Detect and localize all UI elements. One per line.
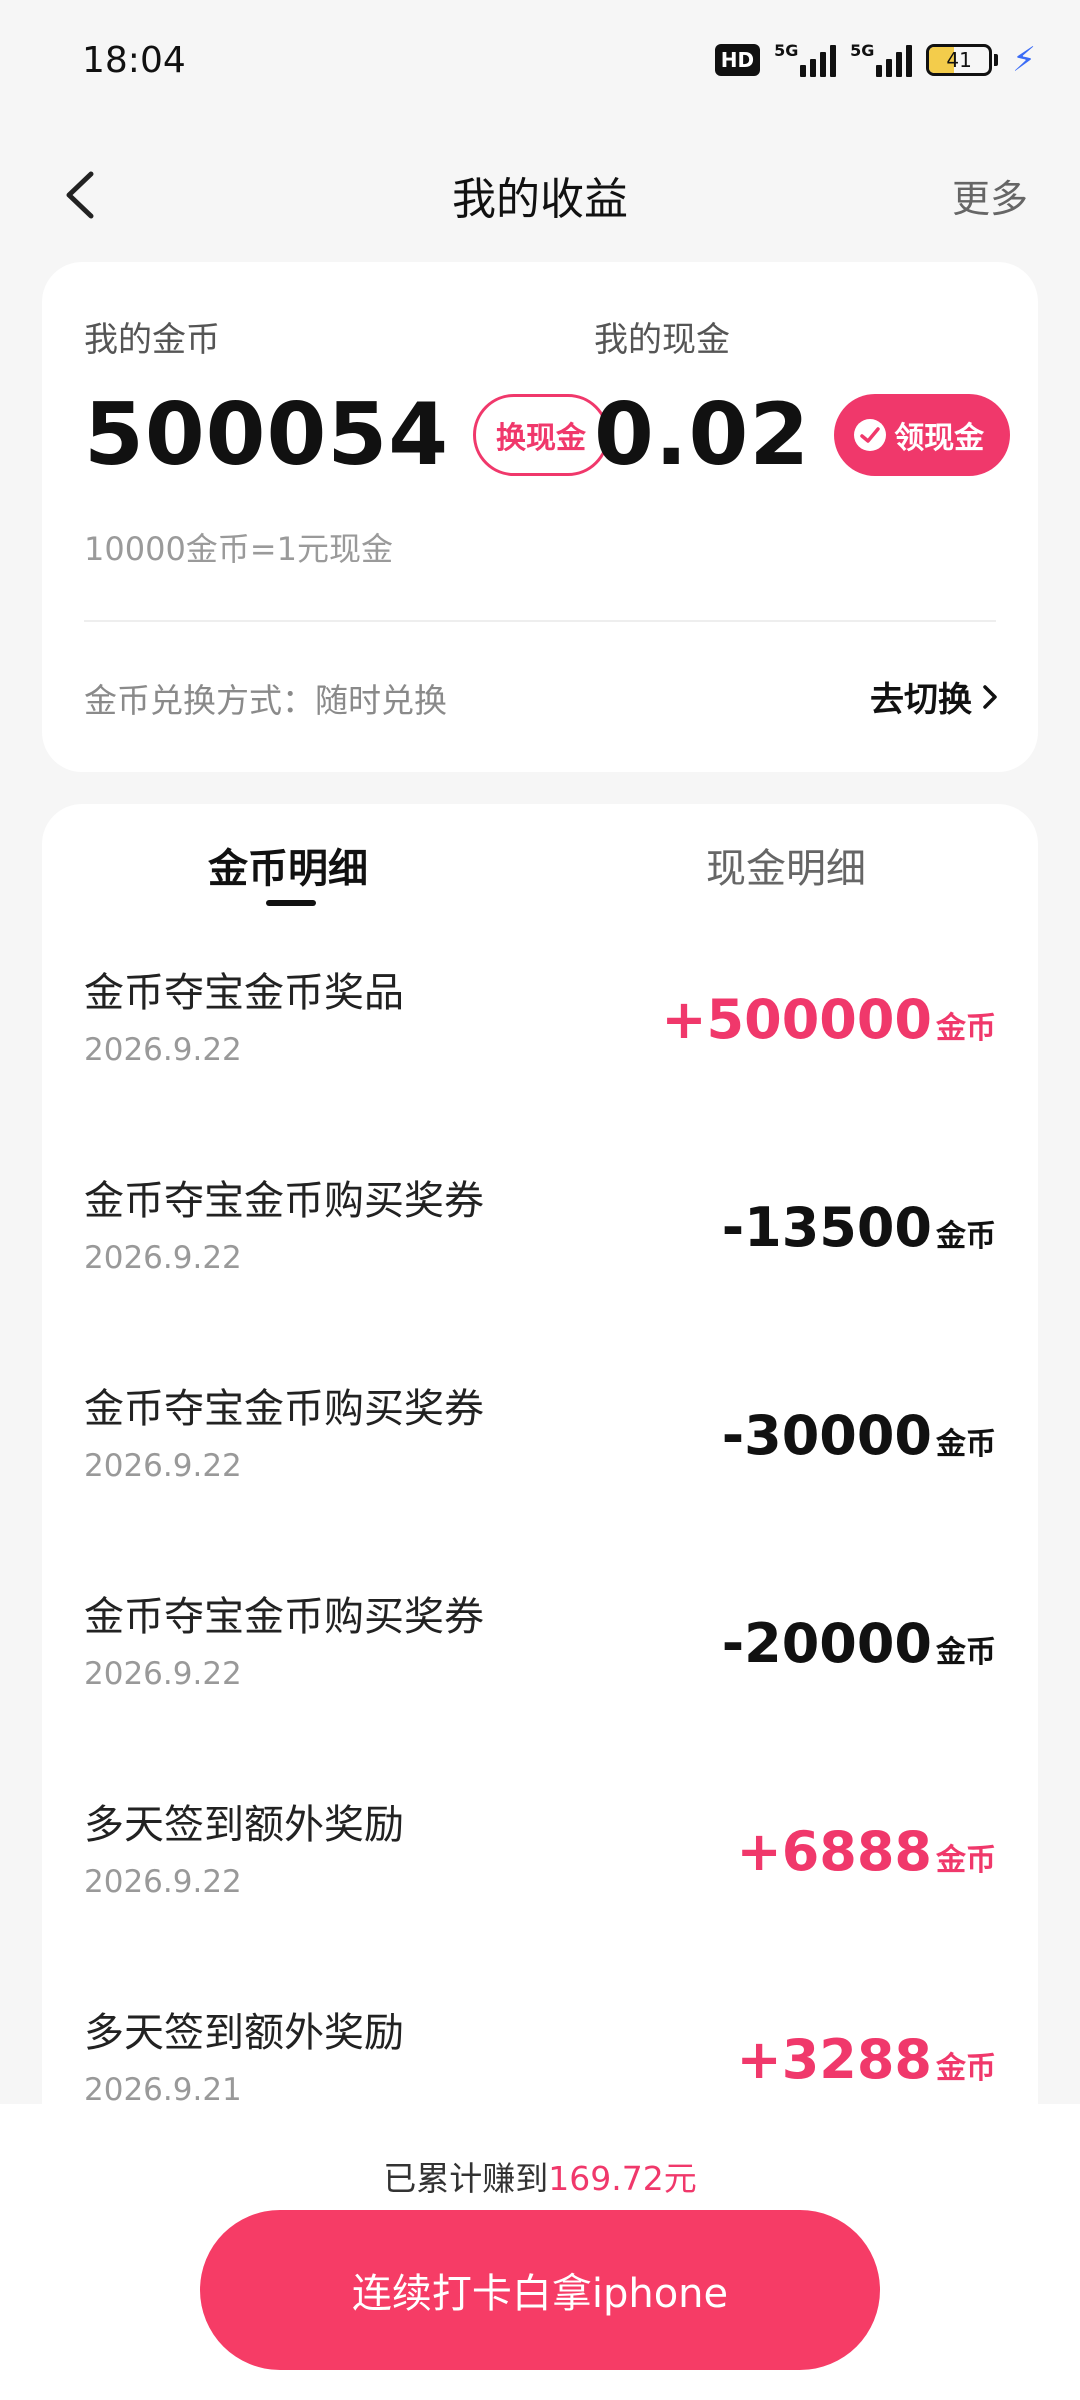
record-title: 金币夺宝金币购买奖券 [84, 1386, 484, 1432]
record-amount-unit: 金币 [936, 1011, 996, 1046]
chevron-right-icon [983, 684, 997, 709]
exchange-method-text: 金币兑换方式：随时兑换 [84, 681, 447, 720]
list-item[interactable]: 金币夺宝金币购买奖券 2026.9.22 -13500 金币 [42, 1162, 1038, 1370]
record-date: 2026.9.21 [84, 2072, 242, 2108]
bottom-bar: 已累计赚到169.72元 连续打卡白拿iphone [0, 2104, 1080, 2400]
exchange-cash-button[interactable]: 换现金 [473, 394, 610, 476]
record-amount: -13500 金币 [722, 1196, 996, 1259]
coin-balance: 我的金币 500054 换现金 [84, 312, 610, 485]
page-title: 我的收益 [452, 174, 628, 225]
record-title: 金币夺宝金币购买奖券 [84, 1594, 484, 1640]
more-button[interactable]: 更多 [952, 168, 1028, 223]
detail-tabs: 金币明细 现金明细 [42, 804, 1038, 924]
cash-balance: 我的现金 0.02 领现金 [594, 312, 1011, 485]
record-date: 2026.9.22 [84, 1448, 242, 1484]
record-amount: -30000 金币 [722, 1404, 996, 1467]
battery-cap [994, 54, 999, 66]
record-amount-value: +500000 [661, 988, 932, 1051]
record-amount-value: -30000 [721, 1404, 932, 1467]
coin-label: 我的金币 [84, 320, 220, 360]
record-title: 多天签到额外奖励 [84, 2010, 404, 2056]
hd-voice-icon: HD [714, 44, 761, 76]
record-title: 金币夺宝金币购买奖券 [84, 1178, 484, 1224]
cash-value: 0.02 [594, 385, 811, 485]
record-amount-value: +3288 [736, 2028, 932, 2091]
back-button[interactable] [50, 160, 110, 230]
total-earned-amount: 169.72元 [548, 2159, 697, 2198]
record-date: 2026.9.22 [84, 1656, 242, 1692]
status-time: 18:04 [82, 39, 186, 81]
record-amount-unit: 金币 [936, 1843, 996, 1878]
network-type-label-2: 5G [850, 41, 875, 60]
signal-5g-icon: 5G [774, 41, 837, 77]
page-header: 我的收益 更多 [0, 120, 1080, 270]
divider [84, 620, 996, 622]
switch-method-label: 去切换 [870, 680, 972, 720]
withdraw-cash-button[interactable]: 领现金 [834, 394, 1011, 476]
record-amount-unit: 金币 [936, 1635, 996, 1670]
battery-icon: 41 [926, 44, 993, 76]
cash-label: 我的现金 [594, 320, 730, 360]
status-bar: 18:04 HD 5G 5G 41 ⚡ [0, 0, 1080, 120]
exchange-rate-text: 10000金币=1元现金 [84, 530, 393, 568]
record-amount-value: -20000 [721, 1612, 932, 1675]
tab-active-indicator [266, 900, 316, 906]
list-item[interactable]: 多天签到额外奖励 2026.9.22 +6888 金币 [42, 1786, 1038, 1994]
record-amount: +500000 金币 [661, 988, 996, 1051]
record-amount-unit: 金币 [936, 2051, 996, 2086]
withdraw-cash-label: 领现金 [894, 421, 985, 456]
record-amount-value: +6888 [736, 1820, 932, 1883]
list-item[interactable]: 金币夺宝金币奖品 2026.9.22 +500000 金币 [42, 954, 1038, 1162]
signal-5g-icon-2: 5G [850, 41, 913, 77]
chevron-left-icon [66, 171, 94, 219]
record-amount: +6888 金币 [736, 1820, 996, 1883]
record-title: 多天签到额外奖励 [84, 1802, 404, 1848]
record-amount-value: -13500 [721, 1196, 932, 1259]
record-amount-unit: 金币 [936, 1219, 996, 1254]
record-amount-unit: 金币 [936, 1427, 996, 1462]
charging-bolt-icon: ⚡ [1012, 40, 1036, 80]
status-icons: HD 5G 5G 41 ⚡ [714, 40, 1036, 80]
total-earned-line: 已累计赚到169.72元 [0, 2152, 1080, 2200]
tab-coin-detail[interactable]: 金币明细 [208, 836, 368, 894]
record-date: 2026.9.22 [84, 1240, 242, 1276]
record-list: 金币夺宝金币奖品 2026.9.22 +500000 金币 金币夺宝金币购买奖券… [42, 954, 1038, 2202]
record-date: 2026.9.22 [84, 1864, 242, 1900]
tab-cash-detail[interactable]: 现金明细 [706, 836, 866, 894]
checkin-cta-button[interactable]: 连续打卡白拿iphone [200, 2210, 880, 2370]
list-item[interactable]: 金币夺宝金币购买奖券 2026.9.22 -30000 金币 [42, 1370, 1038, 1578]
record-amount: -20000 金币 [722, 1612, 996, 1675]
wallet-icon [854, 419, 887, 451]
network-type-label: 5G [774, 41, 799, 60]
record-date: 2026.9.22 [84, 1032, 242, 1068]
record-amount: +3288 金币 [736, 2028, 996, 2091]
balance-card: 我的金币 500054 换现金 我的现金 0.02 领现金 10000金币=1元… [42, 262, 1038, 772]
battery-level: 41 [946, 48, 972, 72]
switch-method-button[interactable]: 去切换 [870, 672, 998, 721]
coin-value: 500054 [84, 385, 450, 485]
total-earned-prefix: 已累计赚到 [383, 2159, 549, 2198]
list-item[interactable]: 金币夺宝金币购买奖券 2026.9.22 -20000 金币 [42, 1578, 1038, 1786]
record-title: 金币夺宝金币奖品 [84, 970, 404, 1016]
